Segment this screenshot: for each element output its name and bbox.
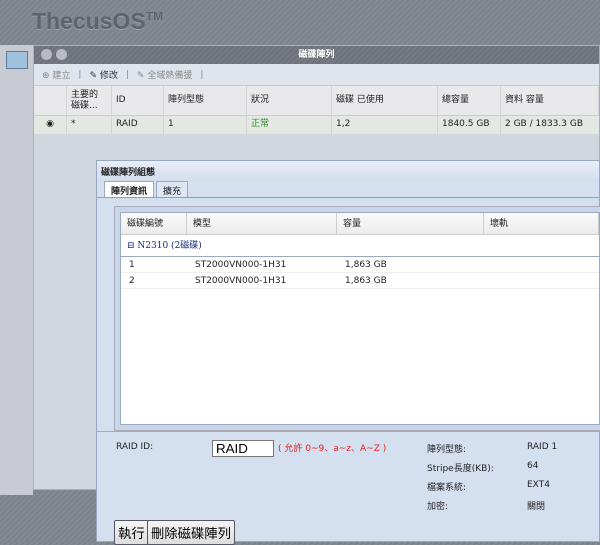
cell-primary: * bbox=[67, 116, 112, 134]
logo: ThecusOSTM bbox=[32, 8, 164, 34]
forward-icon[interactable] bbox=[56, 49, 67, 60]
cell-id: RAID bbox=[112, 116, 164, 134]
table-header: 主要的 磁碟... ID 陣列型態 狀況 磁碟 已使用 總容量 資料 容量 bbox=[34, 86, 599, 116]
cell-disks: 1,2 bbox=[332, 116, 438, 134]
raid-id-label: RAID ID: bbox=[116, 442, 154, 452]
col-primary[interactable]: 主要的 磁碟... bbox=[67, 86, 112, 115]
level-label: 陣列型態: bbox=[427, 445, 467, 455]
collapse-icon[interactable]: ⊟ bbox=[127, 241, 135, 251]
modify-button[interactable]: ✎ 修改 bbox=[89, 68, 117, 81]
dialog-title: 磁碟陣列組態 bbox=[97, 161, 599, 181]
col-id[interactable]: ID bbox=[112, 86, 164, 115]
tab-info[interactable]: 陣列資訊 bbox=[104, 181, 155, 197]
cell-total: 1840.5 GB bbox=[438, 116, 501, 134]
col-model[interactable]: 模型 bbox=[187, 213, 337, 234]
col-disk-no[interactable]: 磁碟編號 bbox=[121, 213, 187, 234]
remove-raid-button[interactable]: 刪除磁碟陣列 bbox=[147, 520, 235, 545]
col-capacity[interactable]: 容量 bbox=[337, 213, 484, 234]
sidebar bbox=[0, 45, 33, 495]
col-bad-blocks[interactable]: 壞軌 bbox=[484, 213, 599, 234]
level-value: RAID 1 bbox=[527, 442, 558, 452]
row-radio[interactable]: ◉ bbox=[34, 116, 67, 134]
col-total[interactable]: 總容量 bbox=[438, 86, 501, 115]
window-titlebar: 磁碟陣列 bbox=[34, 46, 599, 64]
col-disks[interactable]: 磁碟 已使用 bbox=[332, 86, 438, 115]
stripe-label: Stripe長度(KB): bbox=[427, 464, 494, 474]
disk-row[interactable]: 2 ST2000VN000-1H31 1,863 GB bbox=[121, 273, 599, 289]
storage-app-icon[interactable] bbox=[6, 51, 28, 69]
stripe-value: 64 bbox=[527, 461, 539, 471]
fs-label: 檔案系統: bbox=[427, 483, 467, 493]
raid-config-dialog: 磁碟陣列組態 陣列資訊 擴充 磁碟編號 模型 容量 壞軌 ⊟ N2310 (2磁… bbox=[96, 160, 600, 545]
raid-id-input[interactable] bbox=[212, 440, 274, 457]
disk-grid: 磁碟編號 模型 容量 壞軌 ⊟ N2310 (2磁碟) 1 ST2000VN000… bbox=[120, 212, 600, 425]
toolbar: ⊕ 建立 | ✎ 修改 | ✎ 全域熱備援 | bbox=[34, 64, 599, 86]
window-title: 磁碟陣列 bbox=[298, 50, 335, 60]
col-data[interactable]: 資料 容量 bbox=[501, 86, 599, 115]
cell-data: 2 GB / 1833.3 GB bbox=[505, 119, 583, 129]
disk-row[interactable]: 1 ST2000VN000-1H31 1,863 GB bbox=[121, 257, 599, 273]
encryption-label: 加密: bbox=[427, 502, 449, 512]
fs-value: EXT4 bbox=[527, 480, 550, 490]
tab-expand[interactable]: 擴充 bbox=[156, 181, 189, 197]
tab-bar: 陣列資訊 擴充 bbox=[97, 181, 599, 198]
back-icon[interactable] bbox=[41, 49, 52, 60]
grid-header: 磁碟編號 模型 容量 壞軌 bbox=[121, 213, 599, 235]
disk-panel: 磁碟編號 模型 容量 壞軌 ⊟ N2310 (2磁碟) 1 ST2000VN000… bbox=[114, 206, 600, 431]
raid-id-hint: ( 允許 0~9、a~z、A~Z ) bbox=[278, 444, 387, 454]
cell-level: 1 bbox=[164, 116, 247, 134]
col-status[interactable]: 狀況 bbox=[247, 86, 332, 115]
cell-status: 正常 bbox=[247, 116, 332, 134]
table-row[interactable]: ◉ * RAID 1 正常 1,2 1840.5 GB 2 GB / 1833.… bbox=[34, 116, 599, 134]
encryption-value: 關閉 bbox=[527, 502, 546, 512]
raid-form: RAID ID: ( 允許 0~9、a~z、A~Z ) 陣列型態: RAID 1… bbox=[97, 431, 600, 545]
group-row[interactable]: ⊟ N2310 (2磁碟) bbox=[121, 235, 599, 257]
hotspare-button[interactable]: ✎ 全域熱備援 bbox=[137, 68, 192, 81]
create-button[interactable]: ⊕ 建立 bbox=[42, 68, 70, 81]
col-level[interactable]: 陣列型態 bbox=[164, 86, 247, 115]
apply-button[interactable]: 執行 bbox=[114, 520, 149, 545]
